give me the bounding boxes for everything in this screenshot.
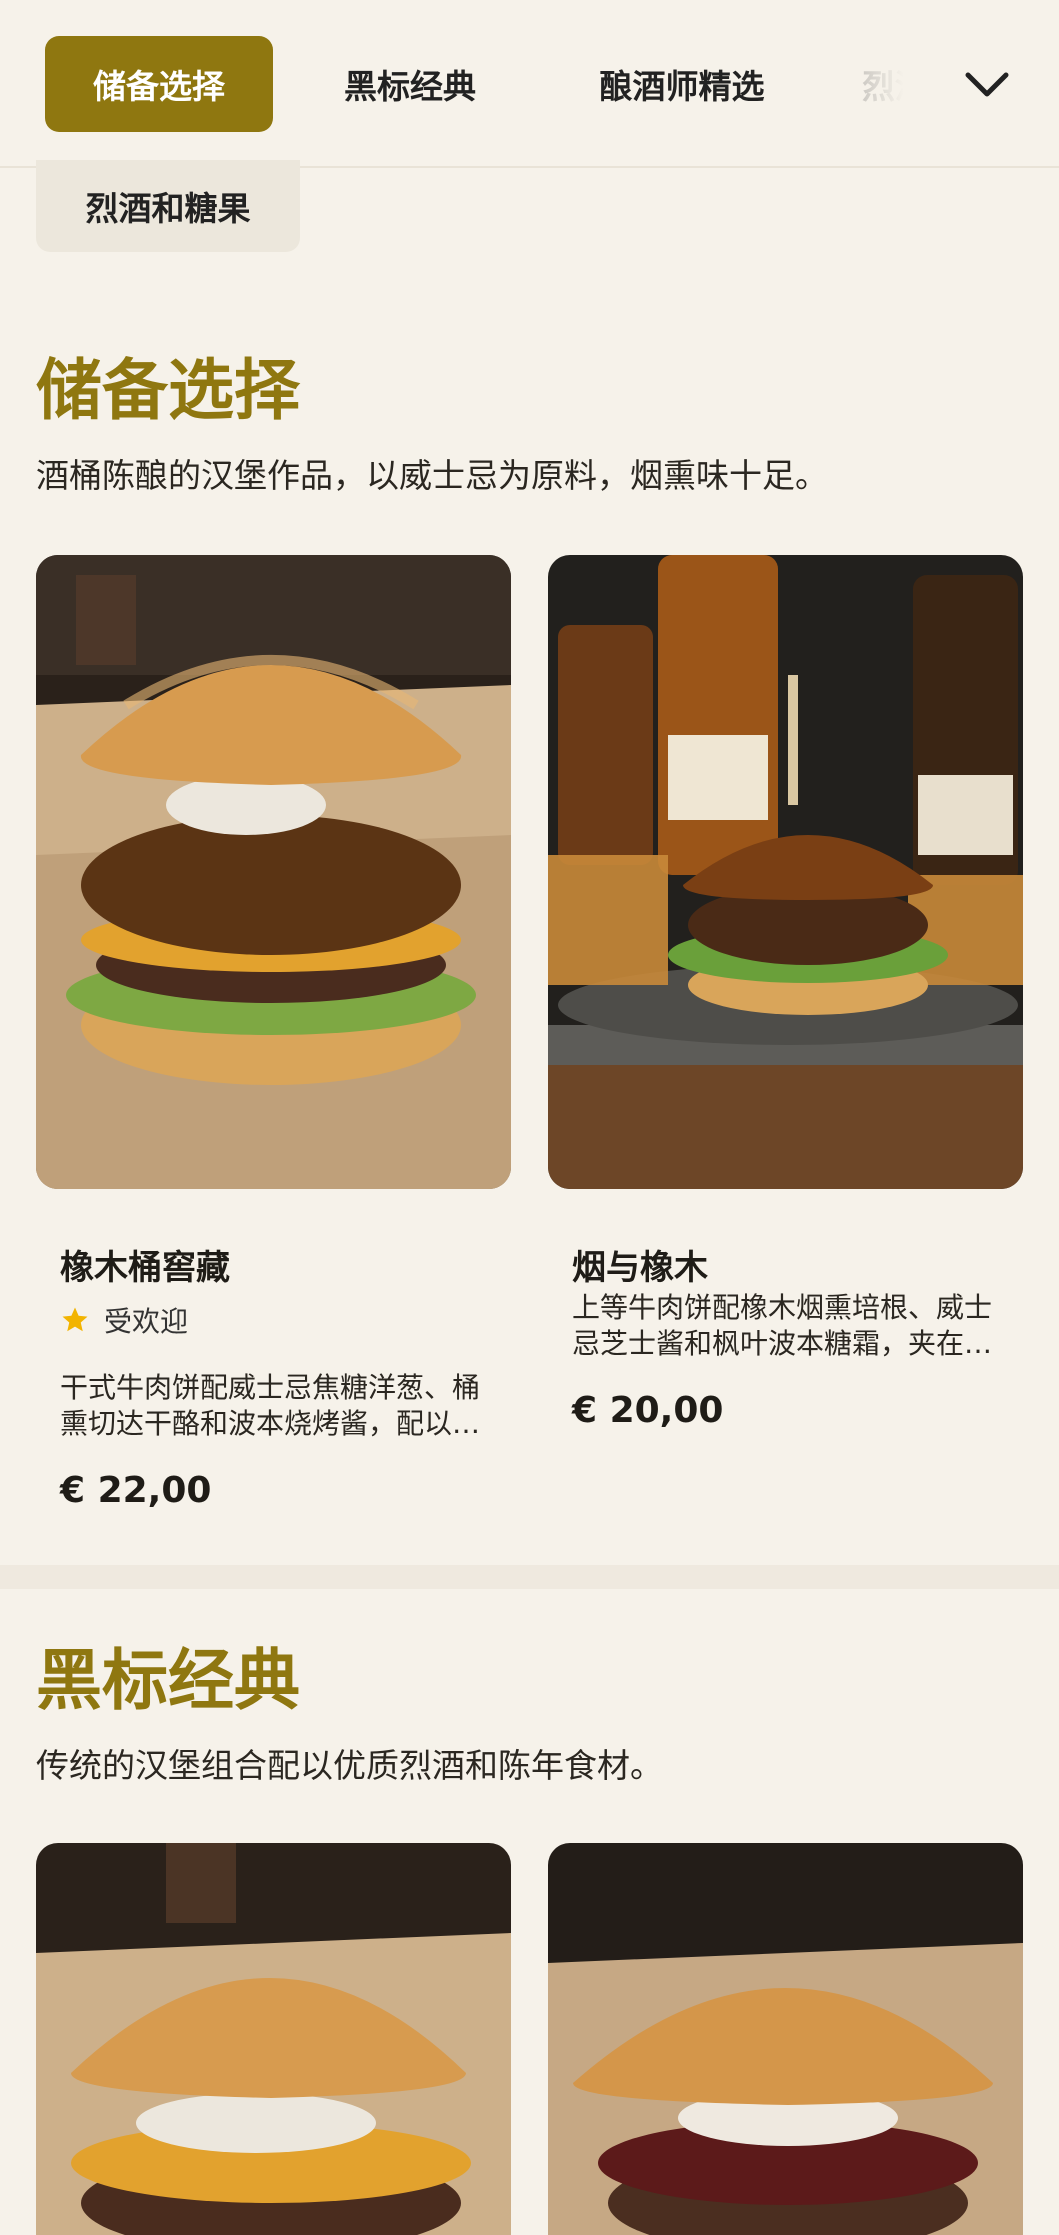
menu-item-description: 上等牛肉饼配橡木烟熏培根、威士忌芝士酱和枫叶波本糖霜，夹在布里欧修面包中。	[572, 1291, 993, 1361]
menu-item-image[interactable]	[36, 1843, 511, 2235]
expand-categories-button[interactable]	[952, 50, 1022, 120]
menu-item-name: 烟与橡木	[572, 1248, 708, 1288]
category-nav: 储备选择 黑标经典 酿酒师精选 烈酒	[0, 0, 1059, 168]
section-description: 酒桶陈酿的汉堡作品，以威士忌为原料，烟熏味十足。	[36, 456, 828, 495]
menu-item-image[interactable]	[548, 1843, 1023, 2235]
menu-page: 储备选择 黑标经典 酿酒师精选 烈酒 烈酒和糖果 储备选择 酒桶陈酿的汉堡作品，…	[0, 0, 1059, 2235]
tab-black-label-classics[interactable]: 黑标经典	[320, 36, 500, 132]
popular-badge: 受欢迎	[60, 1300, 188, 1340]
badge-label: 受欢迎	[104, 1305, 189, 1338]
menu-item-price: € 20,00	[572, 1390, 724, 1431]
chevron-down-icon	[965, 72, 1009, 97]
section-divider	[0, 1565, 1059, 1589]
section-title: 储备选择	[36, 352, 300, 429]
menu-item-description: 干式牛肉饼配威士忌焦糖洋葱、桶熏切达干酪和波本烧烤酱，配以烤面包和生菜。	[60, 1371, 481, 1441]
menu-item-image[interactable]	[36, 555, 511, 1189]
menu-item-price: € 22,00	[60, 1470, 212, 1511]
menu-item-name: 橡木桶窖藏	[60, 1248, 230, 1288]
tab-reserve-selection[interactable]: 储备选择	[45, 36, 273, 132]
tab-spirits-and-candy[interactable]: 烈酒和糖果	[36, 160, 300, 252]
menu-item-image[interactable]	[548, 555, 1023, 1189]
tab-brewer-selection[interactable]: 酿酒师精选	[572, 36, 792, 132]
section-title: 黑标经典	[36, 1642, 300, 1719]
star-icon	[62, 1307, 88, 1332]
section-description: 传统的汉堡组合配以优质烈酒和陈年食材。	[36, 1746, 663, 1785]
tabs-fade-overlay	[820, 24, 960, 144]
